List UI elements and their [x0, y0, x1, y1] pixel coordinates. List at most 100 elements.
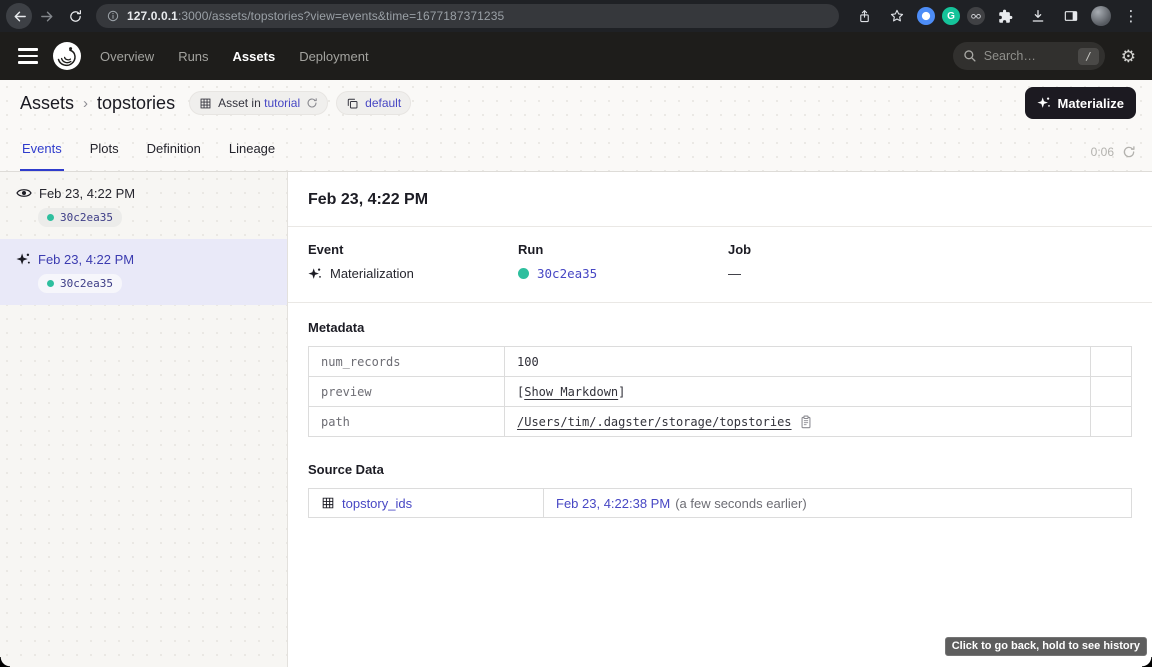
tab-lineage[interactable]: Lineage: [227, 141, 277, 171]
reload-button[interactable]: [62, 3, 88, 29]
asset-page-header: Assets › topstories Asset in tutorial de…: [0, 80, 1152, 172]
run-id: 30c2ea35: [60, 277, 113, 290]
dagster-logo[interactable]: [52, 41, 82, 71]
source-data-table: topstory_ids Feb 23, 4:22:38 PM(a few se…: [308, 488, 1132, 518]
info-icon[interactable]: [106, 9, 120, 23]
table-row: topstory_ids Feb 23, 4:22:38 PM(a few se…: [309, 489, 1132, 518]
breadcrumb-assets-link[interactable]: Assets: [20, 93, 74, 114]
table-grid-icon: [199, 97, 212, 110]
refresh-icon[interactable]: [1122, 145, 1136, 159]
grammarly-icon[interactable]: G: [942, 7, 960, 25]
metadata-heading: Metadata: [308, 320, 1132, 335]
sparkle-icon: [16, 252, 31, 267]
run-id-link[interactable]: 30c2ea35: [537, 266, 597, 281]
url-host: 127.0.0.1: [127, 9, 178, 23]
tab-events[interactable]: Events: [20, 141, 64, 171]
nav-item-assets[interactable]: Assets: [233, 49, 276, 64]
metadata-value: 100: [505, 347, 1091, 377]
metadata-actions-cell: [1091, 377, 1132, 407]
run-label: Run: [518, 242, 728, 257]
metadata-value: [Show Markdown]: [505, 377, 1091, 407]
copy-stack-icon: [346, 97, 359, 110]
nav-item-runs[interactable]: Runs: [178, 49, 208, 64]
event-detail-panel: Feb 23, 4:22 PM Event Materialization Ru…: [288, 172, 1152, 667]
hamburger-menu-icon[interactable]: [18, 48, 38, 64]
timer-value: 0:06: [1091, 145, 1114, 159]
clipboard-copy-icon[interactable]: [799, 415, 813, 429]
asset-group-tag[interactable]: Asset in tutorial: [189, 91, 328, 115]
extensions-button[interactable]: [992, 3, 1018, 29]
tab-definition[interactable]: Definition: [145, 141, 203, 171]
run-id-pill[interactable]: 30c2ea35: [38, 208, 122, 227]
materialize-button-label: Materialize: [1058, 96, 1124, 111]
event-list-item-observation[interactable]: Feb 23, 4:22 PM 30c2ea35: [0, 172, 287, 239]
metadata-key: preview: [309, 377, 505, 407]
browser-back-tooltip: Click to go back, hold to see history: [945, 637, 1147, 656]
source-asset-link[interactable]: topstory_ids: [342, 496, 412, 511]
share-button[interactable]: [851, 3, 877, 29]
screen: 127.0.0.1:3000/assets/topstories?view=ev…: [0, 0, 1152, 667]
path-link[interactable]: /Users/tim/.dagster/storage/topstories: [517, 415, 792, 429]
browser-actions: G ⋮: [851, 3, 1144, 29]
event-summary-columns: Event Materialization Run 30c2ea35 Job —: [288, 227, 1152, 302]
eye-icon: [16, 185, 32, 201]
asset-tag-tutorial-link[interactable]: tutorial: [264, 96, 300, 110]
reload-icon: [68, 9, 83, 24]
browser-toolbar: 127.0.0.1:3000/assets/topstories?view=ev…: [0, 0, 1152, 32]
run-status-dot: [47, 280, 54, 287]
table-row: preview [Show Markdown]: [309, 377, 1132, 407]
search-input[interactable]: Search… /: [953, 42, 1105, 70]
back-button[interactable]: [6, 3, 32, 29]
browser-menu-button[interactable]: ⋮: [1118, 3, 1144, 29]
default-tag-label: default: [365, 96, 401, 110]
refresh-small-icon[interactable]: [306, 97, 318, 109]
tab-plots[interactable]: Plots: [88, 141, 121, 171]
metadata-actions-cell: [1091, 407, 1132, 437]
extension-one-icon[interactable]: [917, 7, 935, 25]
metadata-table: num_records 100 preview [Show Markdown] …: [308, 346, 1132, 437]
default-group-tag[interactable]: default: [336, 91, 411, 115]
nav-item-overview[interactable]: Overview: [100, 49, 154, 64]
metadata-section: Metadata num_records 100 preview [Show M…: [288, 303, 1152, 445]
metadata-actions-cell: [1091, 347, 1132, 377]
settings-gear-icon[interactable]: ⚙: [1121, 48, 1136, 65]
event-list-sidebar: Feb 23, 4:22 PM 30c2ea35 Feb 23, 4:22 PM…: [0, 172, 288, 667]
event-timestamp: Feb 23, 4:22 PM: [38, 252, 134, 267]
show-markdown-link[interactable]: Show Markdown: [524, 385, 618, 399]
asset-tags: Asset in tutorial default: [189, 91, 411, 115]
search-shortcut-badge: /: [1078, 48, 1099, 65]
job-column: Job —: [728, 242, 938, 281]
event-timestamp: Feb 23, 4:22 PM: [39, 186, 135, 201]
bookmark-button[interactable]: [884, 3, 910, 29]
job-label: Job: [728, 242, 938, 257]
table-row: path /Users/tim/.dagster/storage/topstor…: [309, 407, 1132, 437]
glasses-extension-icon[interactable]: [967, 7, 985, 25]
table-grid-icon: [321, 496, 335, 510]
kebab-menu-icon: ⋮: [1124, 9, 1139, 24]
source-timestamp-link[interactable]: Feb 23, 4:22:38 PM: [556, 496, 670, 511]
metadata-key: path: [309, 407, 505, 437]
sparkle-icon: [308, 267, 322, 281]
side-panel-button[interactable]: [1058, 3, 1084, 29]
nav-item-deployment[interactable]: Deployment: [299, 49, 368, 64]
refresh-timer: 0:06: [1091, 145, 1136, 171]
downloads-button[interactable]: [1025, 3, 1051, 29]
event-list-item-materialization[interactable]: Feb 23, 4:22 PM 30c2ea35: [0, 239, 287, 305]
source-data-heading: Source Data: [308, 462, 1132, 477]
download-icon: [1030, 8, 1046, 24]
run-status-dot: [518, 268, 529, 279]
url-text: 127.0.0.1:3000/assets/topstories?view=ev…: [127, 9, 504, 23]
job-value: —: [728, 266, 741, 281]
table-row: num_records 100: [309, 347, 1132, 377]
breadcrumb-row: Assets › topstories Asset in tutorial de…: [0, 80, 1152, 126]
asset-tag-prefix: Asset in: [218, 96, 261, 110]
url-bar[interactable]: 127.0.0.1:3000/assets/topstories?view=ev…: [96, 4, 839, 28]
share-icon: [857, 9, 872, 24]
run-id-pill[interactable]: 30c2ea35: [38, 274, 122, 293]
side-panel-icon: [1063, 8, 1079, 24]
forward-button[interactable]: [34, 3, 60, 29]
bracket: ]: [618, 385, 625, 399]
puzzle-icon: [998, 9, 1013, 24]
materialize-button[interactable]: Materialize: [1025, 87, 1136, 119]
profile-avatar[interactable]: [1091, 6, 1111, 26]
